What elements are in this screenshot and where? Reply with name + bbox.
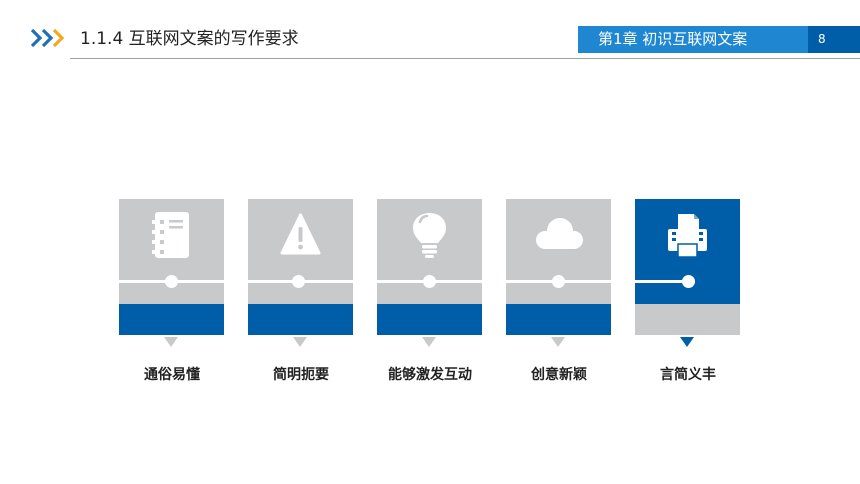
feature-card-1 (119, 199, 224, 335)
card-pointer (293, 337, 307, 347)
chapter-label: 第1章 初识互联网文案 (578, 26, 808, 53)
card-bottom (377, 304, 482, 335)
warning-icon (280, 213, 321, 255)
timeline-dot (165, 275, 178, 288)
card-pointer (164, 337, 178, 347)
card-top (248, 199, 353, 304)
timeline-dot (682, 275, 695, 288)
card-top (377, 199, 482, 304)
card-bottom (119, 304, 224, 335)
card-top (119, 199, 224, 304)
feature-card-5 (635, 199, 740, 335)
card-pointer (422, 337, 436, 347)
feature-card-2 (248, 199, 353, 335)
card-top (506, 199, 611, 304)
section-title: 1.1.4 互联网文案的写作要求 (80, 29, 299, 49)
card-top (635, 199, 740, 304)
card-bottom (506, 304, 611, 335)
timeline-dot (552, 275, 565, 288)
cloud-icon (536, 218, 583, 249)
feature-card-3 (377, 199, 482, 335)
feature-label-1: 通俗易懂 (144, 367, 200, 383)
chevron-arrows-icon (30, 28, 65, 48)
document-icon (152, 212, 189, 258)
feature-card-4 (506, 199, 611, 335)
header-divider (70, 58, 860, 59)
card-bottom (248, 304, 353, 335)
feature-label-5: 言简义丰 (660, 367, 716, 383)
feature-label-3: 能够激发互动 (388, 367, 472, 383)
timeline-dot (423, 275, 436, 288)
card-pointer (551, 337, 565, 347)
card-pointer-active (680, 337, 694, 347)
printer-icon (668, 214, 707, 258)
feature-label-4: 创意新颖 (531, 367, 587, 383)
feature-label-2: 简明扼要 (273, 367, 329, 383)
lightbulb-icon (413, 213, 446, 258)
card-bottom (635, 304, 740, 335)
timeline-dot (292, 275, 305, 288)
page-number: 8 (808, 26, 860, 53)
